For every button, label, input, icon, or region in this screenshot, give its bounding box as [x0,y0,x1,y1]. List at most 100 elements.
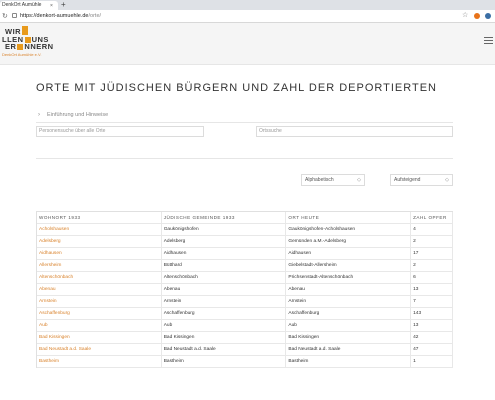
ort-heute-cell: Bad Neustadt a.d. Saale [286,344,412,355]
gemeinde-cell: Arnstein [162,296,287,307]
url-field[interactable]: https://denkort-aumuehle.de/orte/ [20,12,101,21]
column-header-wohnort[interactable]: WOHNORT 1933 [37,212,162,223]
zahl-opfer-cell: 13 [411,320,454,331]
wohnort-link[interactable]: Aidhausen [37,248,162,259]
logo-word-innern: NNERN [24,42,54,51]
table-row: Arnstein Arnstein Arnstein 7 [37,296,454,308]
wohnort-link[interactable]: Allersheim [37,260,162,271]
table-row: Bastheim Bastheim Bastheim 1 [37,356,454,368]
profile-icon[interactable] [485,13,491,19]
ort-heute-cell: Aidhausen [286,248,412,259]
table-row: Bad Kissingen Bad Kissingen Bad Kissingen 4… [37,332,454,344]
wohnort-link[interactable]: Adelsberg [37,236,162,247]
tab-close-icon[interactable]: × [50,2,53,10]
gemeinde-cell: Aub [162,320,287,331]
wohnort-link[interactable]: Bad Kissingen [37,332,162,343]
zahl-opfer-cell: 13 [411,284,454,295]
url-path: /orte/ [88,13,102,19]
table-row: Acholshausen Gaukönigshofen Gaukönigshofen… [37,224,454,236]
table-header-row: WOHNORT 1933 JÜDISCHE GEMEINDE 1933 ORT … [37,212,454,224]
sort-field-select[interactable]: Alphabetisch ◇ [301,174,365,186]
ort-heute-cell: Aub [286,320,412,331]
gemeinde-cell: Altenschönbach [162,272,287,283]
ort-heute-cell: Aschaffenburg [286,308,412,319]
intro-accordion[interactable]: › Einführung und Hinweise [36,109,453,123]
address-bar: ↻ https://denkort-aumuehle.de/orte/ ☆ [0,10,495,23]
divider [36,158,453,159]
zahl-opfer-cell: 1 [411,356,454,367]
url-host: https://denkort-aumuehle.de [20,13,89,19]
wohnort-link[interactable]: Aub [37,320,162,331]
page-title: ORTE MIT JÜDISCHEN BÜRGERN UND ZAHL DER … [36,82,437,94]
zahl-opfer-cell: 2 [411,236,454,247]
gemeinde-cell: Bad Neustadt a.d. Saale [162,344,287,355]
sort-field-value: Alphabetisch [305,177,334,183]
table-row: Aidhausen Aidhausen Aidhausen 17 [37,248,454,260]
extension-icon[interactable] [474,13,480,19]
gemeinde-cell: Gaukönigshofen [162,224,287,235]
gemeinde-cell: Abenau [162,284,287,295]
ort-heute-cell: Bad Kissingen [286,332,412,343]
gemeinde-cell: Aschaffenburg [162,308,287,319]
site-header: WIR LLEN UNS ER NNERN DenkOrt Aumühle e.V. [0,23,495,65]
tab-title: DenkOrt Aumühle [2,2,42,8]
wohnort-link[interactable]: Acholshausen [37,224,162,235]
chevron-down-icon: ◇ [445,177,449,183]
ort-heute-cell: Bastheim [286,356,412,367]
zahl-opfer-cell: 6 [411,272,454,283]
zahl-opfer-cell: 143 [411,308,454,319]
table-row: Bad Neustadt a.d. Saale Bad Neustadt a.d.… [37,344,454,356]
chevron-down-icon: ◇ [357,177,361,183]
table-row: Aschaffenburg Aschaffenburg Aschaffenburg 1… [37,308,454,320]
gemeinde-cell: Bastheim [162,356,287,367]
logo-bar-icon [17,44,24,50]
sort-order-value: Aufsteigend [394,177,421,183]
reload-icon[interactable]: ↻ [2,12,8,21]
sort-order-select[interactable]: Aufsteigend ◇ [390,174,453,186]
browser-tab-bar: DenkOrt Aumühle × + [0,0,495,10]
bookmark-star-icon[interactable]: ☆ [462,11,468,19]
ort-heute-cell: Prichsenstadt-Altenschönbach [286,272,412,283]
person-search-input[interactable]: Personensuche über alle Orte [36,126,204,137]
ort-heute-cell: Arnstein [286,296,412,307]
ort-heute-cell: Giebelstadt-Allersheim [286,260,412,271]
column-header-zahl-opfer[interactable]: ZAHL OPFER [411,212,454,223]
gemeinde-cell: Adelsberg [162,236,287,247]
chevron-right-icon: › [38,112,40,118]
wohnort-link[interactable]: Bastheim [37,356,162,367]
lock-icon[interactable] [12,13,17,18]
menu-hamburger-icon[interactable] [484,37,493,46]
table-row: Altenschönbach Altenschönbach Prichsenstad… [37,272,454,284]
zahl-opfer-cell: 7 [411,296,454,307]
wohnort-link[interactable]: Arnstein [37,296,162,307]
table-row: Abenau Abenau Abenau 13 [37,284,454,296]
logo-subtitle: DenkOrt Aumühle e.V. [2,51,42,57]
column-header-gemeinde[interactable]: JÜDISCHE GEMEINDE 1933 [162,212,287,223]
wohnort-link[interactable]: Abenau [37,284,162,295]
site-logo[interactable]: WIR LLEN UNS ER NNERN DenkOrt Aumühle e.V. [2,26,54,57]
wohnort-link[interactable]: Aschaffenburg [37,308,162,319]
ort-heute-cell: Gaukönigshofen-Acholshausen [286,224,412,235]
logo-word-er: ER [5,42,17,51]
wohnort-link[interactable]: Altenschönbach [37,272,162,283]
table-row: Allersheim Bütthard Giebelstadt-Allersheim… [37,260,454,272]
wohnort-link[interactable]: Bad Neustadt a.d. Saale [37,344,162,355]
zahl-opfer-cell: 42 [411,332,454,343]
new-tab-button[interactable]: + [61,0,66,10]
places-table: WOHNORT 1933 JÜDISCHE GEMEINDE 1933 ORT … [36,211,454,368]
table-row: Adelsberg Adelsberg Gemünden a.M.-Adelsber… [37,236,454,248]
column-header-ort-heute[interactable]: ORT HEUTE [286,212,412,223]
zahl-opfer-cell: 2 [411,260,454,271]
ort-heute-cell: Abenau [286,284,412,295]
gemeinde-cell: Aidhausen [162,248,287,259]
zahl-opfer-cell: 47 [411,344,454,355]
browser-tab[interactable]: DenkOrt Aumühle × [0,1,58,10]
gemeinde-cell: Bütthard [162,260,287,271]
gemeinde-cell: Bad Kissingen [162,332,287,343]
zahl-opfer-cell: 17 [411,248,454,259]
zahl-opfer-cell: 4 [411,224,454,235]
ort-heute-cell: Gemünden a.M.-Adelsberg [286,236,412,247]
table-row: Aub Aub Aub 13 [37,320,454,332]
place-search-input[interactable]: Ortssuche [256,126,453,137]
accordion-label: Einführung und Hinweise [47,112,109,118]
